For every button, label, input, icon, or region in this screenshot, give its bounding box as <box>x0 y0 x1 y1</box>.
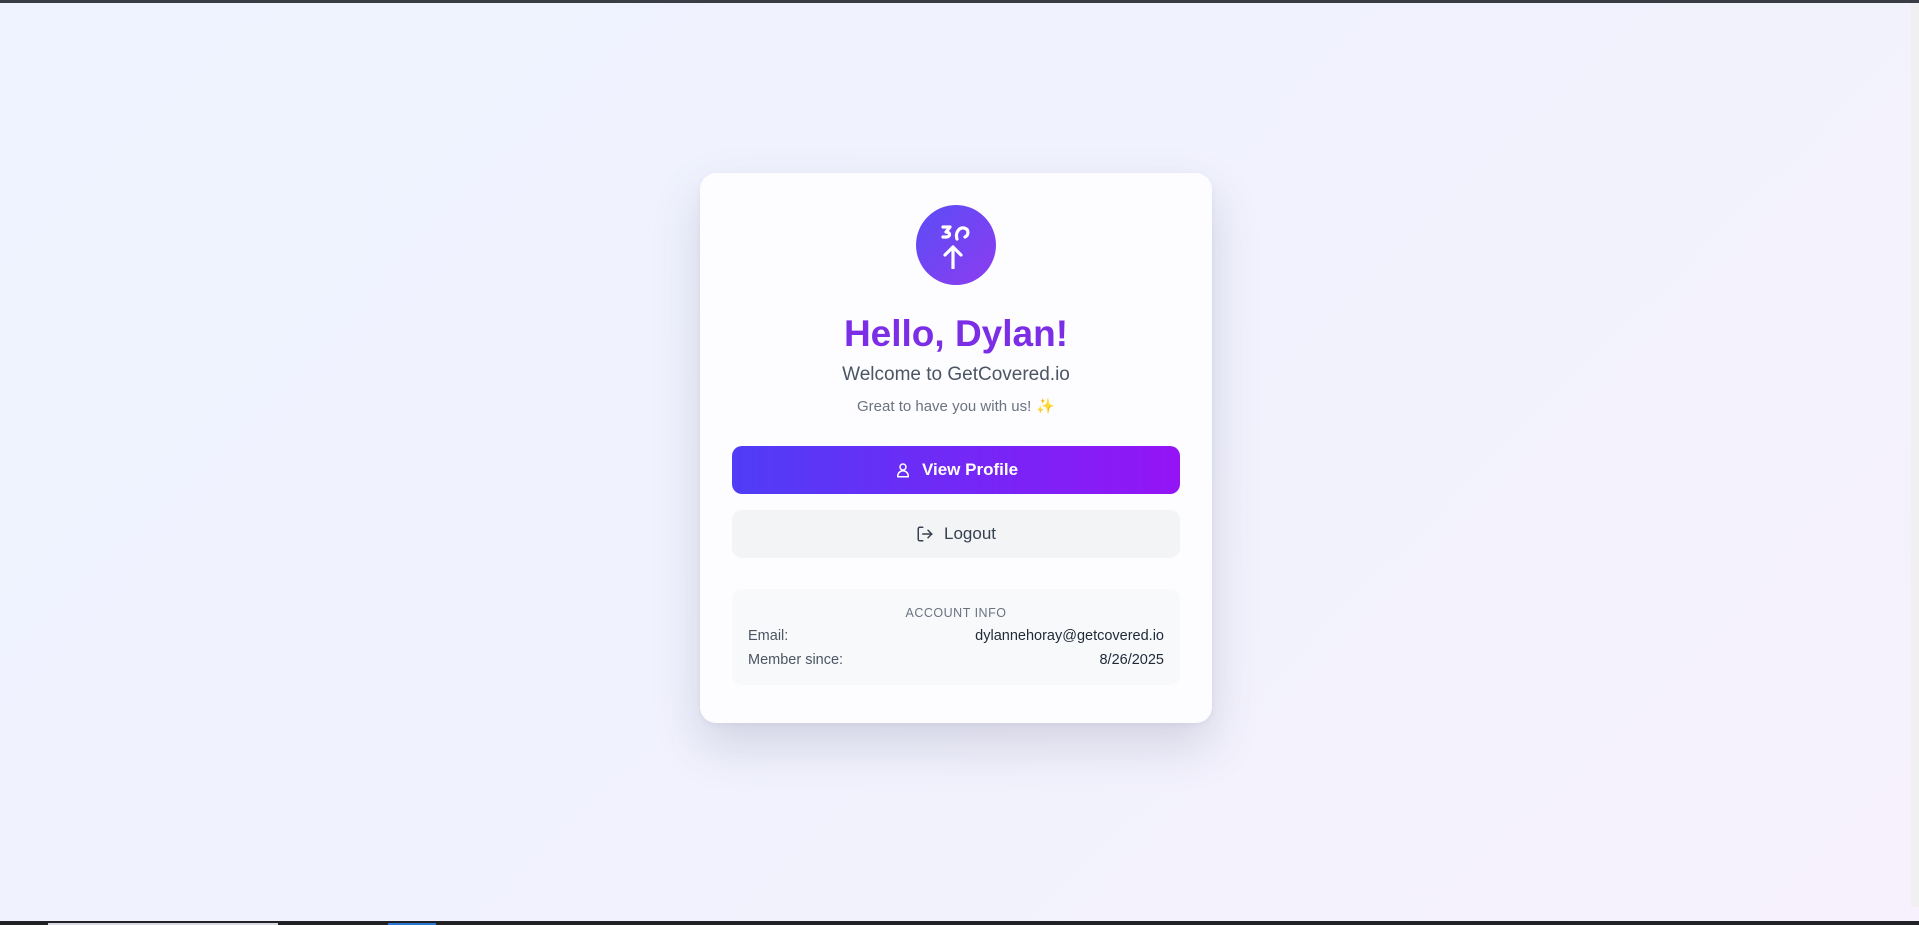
member-since-row: Member since: 8/26/2025 <box>748 651 1164 669</box>
email-label: Email: <box>748 628 789 644</box>
account-info-title: ACCOUNT INFO <box>905 606 1007 620</box>
vertical-scrollbar[interactable] <box>1911 3 1919 907</box>
brand-logo-icon <box>941 225 970 269</box>
email-row: Email: dylannehoray@getcovered.io <box>748 627 1164 645</box>
member-since-value: 8/26/2025 <box>1099 652 1164 668</box>
greeting-heading: Hello, Dylan! <box>843 313 1069 354</box>
account-info-panel: ACCOUNT INFO Email: dylannehoray@getcove… <box>732 589 1180 685</box>
member-since-label: Member since: <box>748 652 844 668</box>
welcome-card: Hello, Dylan! Welcome to GetCovered.io G… <box>700 173 1212 723</box>
sparkle-icon: ✨ <box>1036 398 1055 415</box>
tagline-text: Great to have you with us! <box>857 398 1032 415</box>
user-icon <box>896 463 909 478</box>
view-profile-button[interactable]: View Profile <box>732 446 1180 494</box>
email-value: dylannehoray@getcovered.io <box>975 628 1164 644</box>
window-top-border <box>0 0 1919 3</box>
brand-logo <box>916 205 996 285</box>
logout-icon <box>917 526 933 542</box>
view-profile-label: View Profile <box>921 460 1019 479</box>
tagline: Great to have you with us! ✨ <box>732 397 1180 417</box>
logout-button[interactable]: Logout <box>732 510 1180 558</box>
logout-label: Logout <box>944 524 996 543</box>
taskbar <box>0 921 1919 925</box>
welcome-text: Welcome to GetCovered.io <box>842 364 1070 385</box>
